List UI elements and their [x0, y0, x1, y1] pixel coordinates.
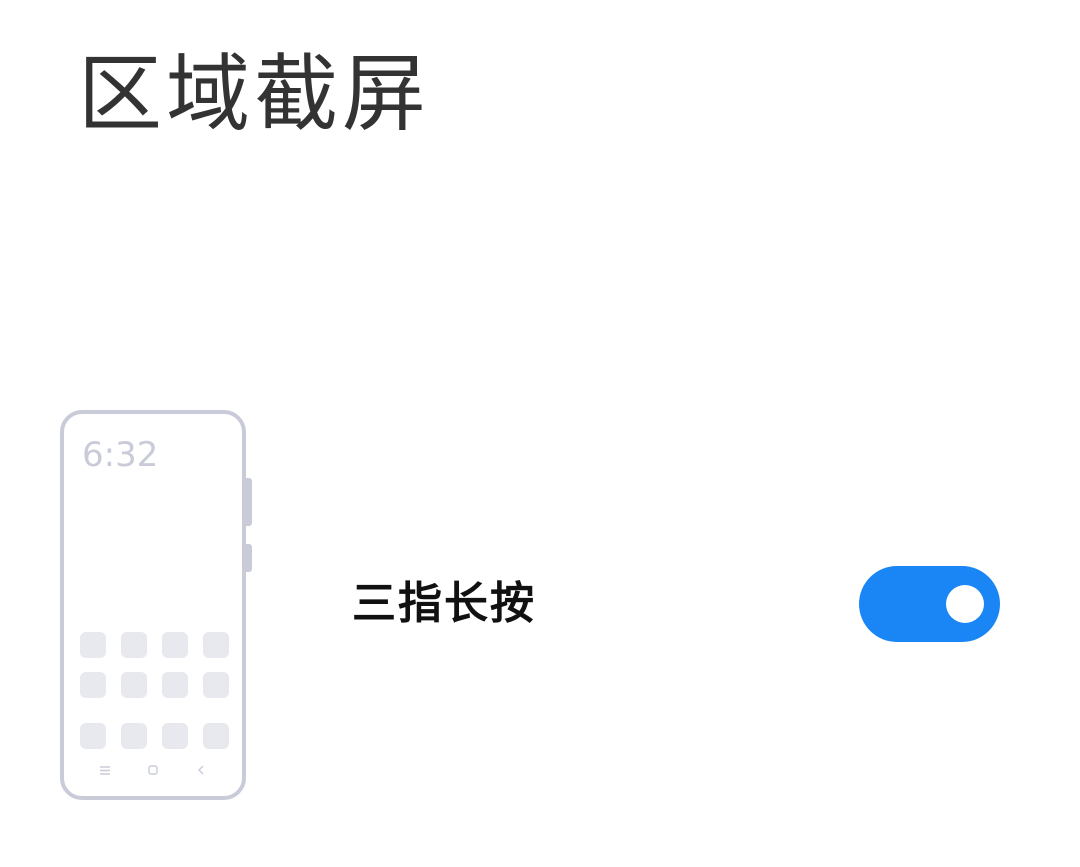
phone-time: 6:32	[82, 435, 159, 475]
app-icon	[121, 632, 147, 658]
app-icon	[203, 672, 229, 698]
app-grid	[80, 632, 229, 749]
app-icon	[203, 723, 229, 749]
phone-power-button	[246, 478, 252, 526]
app-icon	[121, 672, 147, 698]
app-icon	[80, 723, 106, 749]
app-icon	[203, 632, 229, 658]
menu-icon	[99, 764, 111, 776]
phone-illustration: 6:32	[60, 410, 246, 800]
app-icon	[80, 632, 106, 658]
app-icon	[162, 632, 188, 658]
app-icon	[162, 723, 188, 749]
phone-nav-bar	[64, 764, 242, 776]
phone-volume-button	[246, 544, 252, 572]
three-finger-long-press-label: 三指长按	[352, 578, 536, 629]
page-title: 区域截屏	[78, 45, 431, 143]
home-icon	[147, 764, 159, 776]
app-icon	[162, 672, 188, 698]
app-icon	[121, 723, 147, 749]
back-icon	[195, 764, 207, 776]
three-finger-long-press-toggle[interactable]	[859, 566, 1000, 642]
toggle-knob[interactable]	[946, 585, 984, 623]
app-icon	[80, 672, 106, 698]
